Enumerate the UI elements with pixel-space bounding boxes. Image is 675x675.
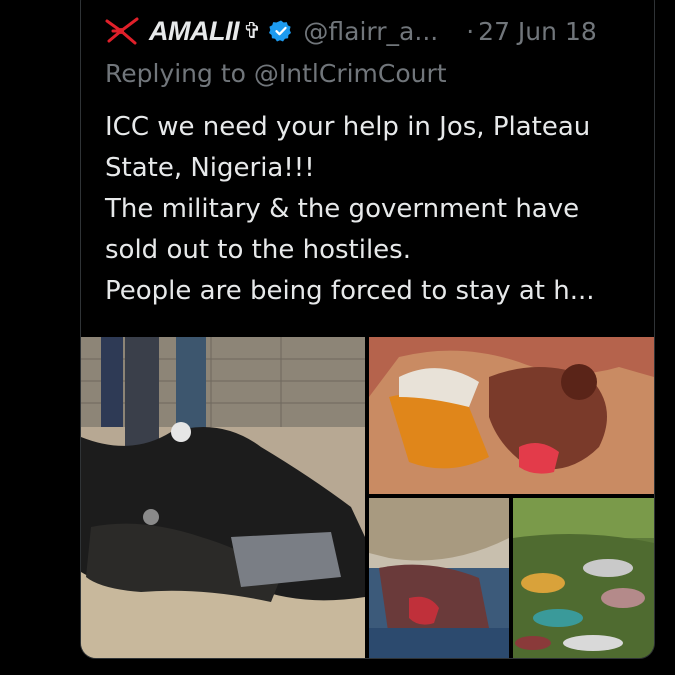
media-grid — [81, 337, 654, 658]
photo-left[interactable] — [81, 337, 365, 658]
tweet-date[interactable]: 27 Jun 18 — [478, 17, 597, 46]
author-name[interactable]: AMALII — [149, 16, 239, 47]
replying-to: Replying to @IntlCrimCourt — [105, 59, 447, 88]
verified-badge-icon — [269, 20, 292, 42]
tweet-header: AMALII ✞ @flairr_a... · 27 Jun 18 — [105, 13, 654, 49]
author-cross-symbol: ✞ — [242, 18, 262, 44]
separator-dot: · — [466, 16, 475, 46]
photo-top-right[interactable] — [369, 337, 654, 494]
author-handle[interactable]: @flairr_a... — [303, 17, 438, 46]
tweet-text-line: sold out to the hostiles. — [105, 235, 411, 265]
tweet-card[interactable]: AMALII ✞ @flairr_a... · 27 Jun 18 Replyi… — [80, 0, 655, 659]
replying-prefix: Replying to — [105, 59, 246, 88]
tweet-text-line: State, Nigeria!!! — [105, 153, 315, 183]
red-emblem-icon — [105, 17, 139, 45]
tweet-text-line: ICC we need your help in Jos, Plateau — [105, 112, 591, 142]
tweet-text-line: People are being forced to stay at h... — [105, 276, 595, 306]
tweet-text: ICC we need your help in Jos, Plateau St… — [105, 107, 635, 312]
photo-bottom-right[interactable] — [513, 498, 654, 658]
replying-mention[interactable]: @IntlCrimCourt — [254, 59, 447, 88]
tweet-text-line: The military & the government have — [105, 194, 580, 224]
photo-bottom-middle[interactable] — [369, 498, 509, 658]
